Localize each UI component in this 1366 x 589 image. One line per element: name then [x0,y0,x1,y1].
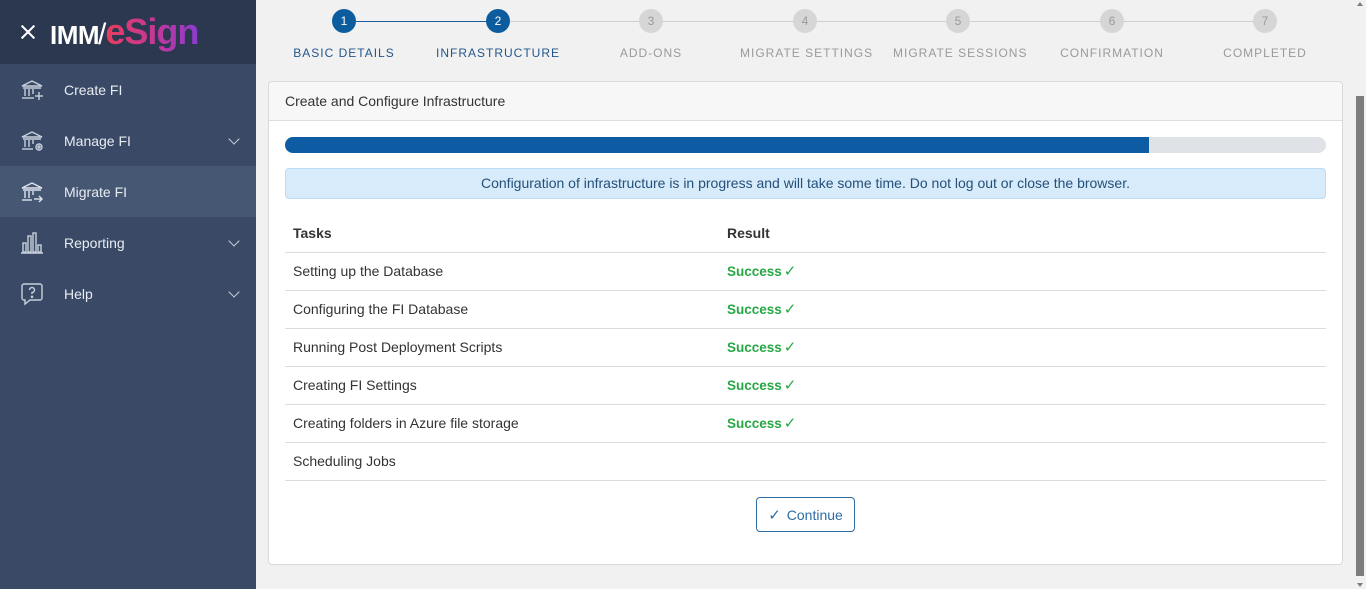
main-content: 1 BASIC DETAILS 2 INFRASTRUCTURE 3 ADD-O… [256,0,1354,589]
step-migrate-sessions[interactable]: 5 MIGRATE SESSIONS [893,9,1028,60]
column-header-result: Result [719,214,1326,253]
sidebar-item-label: Help [64,285,93,302]
task-name: Creating folders in Azure file storage [285,404,719,443]
task-result: Success ✓ [719,252,1326,291]
close-icon[interactable] [18,22,38,42]
sidebar-item-manage-fi[interactable]: Manage FI [0,115,256,166]
sidebar-item-create-fi[interactable]: Create FI [0,64,256,115]
sidebar-item-label: Migrate FI [64,183,128,200]
step-number: 3 [639,9,663,33]
task-name: Creating FI Settings [285,366,719,405]
step-number: 6 [1100,9,1124,33]
table-row: Setting up the Database Success ✓ [285,252,1326,291]
wizard-stepper: 1 BASIC DETAILS 2 INFRASTRUCTURE 3 ADD-O… [256,0,1354,76]
check-icon: ✓ [783,263,797,280]
step-confirmation[interactable]: 6 CONFIRMATION [1047,9,1177,60]
tasks-table: Tasks Result Setting up the Database Suc… [285,214,1326,481]
step-migrate-settings[interactable]: 4 MIGRATE SETTINGS [740,9,874,60]
step-number: 1 [332,9,356,33]
step-label: COMPLETED [1223,46,1307,60]
info-alert: Configuration of infrastructure is in pr… [285,168,1326,199]
app-logo: IMM / eSign [50,11,199,53]
chevron-down-icon [228,133,240,145]
check-icon: ✓ [783,415,797,432]
task-name: Setting up the Database [285,252,719,291]
step-label: BASIC DETAILS [293,46,395,60]
step-label: ADD-ONS [619,46,683,60]
sidebar-item-migrate-fi[interactable]: Migrate FI [0,166,256,217]
sidebar-header: IMM / eSign [0,0,256,64]
step-infrastructure[interactable]: 2 INFRASTRUCTURE [433,9,563,60]
sidebar-item-label: Manage FI [64,132,131,149]
progress-fill [285,137,1150,153]
result-status: Success [727,340,782,355]
step-label: MIGRATE SESSIONS [893,46,1028,60]
table-header-row: Tasks Result [285,214,1326,253]
sidebar: IMM / eSign Create FI Manage FI Migrate … [0,0,256,589]
check-icon: ✓ [783,377,797,394]
column-header-tasks: Tasks [285,214,719,253]
step-number: 2 [486,9,510,33]
continue-label: Continue [786,506,843,523]
task-result [719,442,1326,481]
check-icon: ✓ [768,506,781,524]
table-row: Creating FI Settings Success ✓ [285,366,1326,405]
scrollbar-thumb[interactable] [1356,96,1364,576]
step-completed[interactable]: 7 COMPLETED [1200,9,1330,60]
vertical-scrollbar[interactable] [1354,0,1366,589]
bar-chart-icon [20,231,44,255]
sidebar-item-label: Reporting [64,234,125,251]
result-status: Success [727,302,782,317]
task-name: Running Post Deployment Scripts [285,328,719,367]
step-label: MIGRATE SETTINGS [740,46,874,60]
table-row: Creating folders in Azure file storage S… [285,404,1326,443]
result-status: Success [727,416,782,431]
logo-esign: eSign [105,11,199,52]
task-result: Success ✓ [719,366,1326,405]
help-bubble-icon [20,282,44,306]
sidebar-item-reporting[interactable]: Reporting [0,217,256,268]
progress-bar [285,137,1326,153]
task-name: Configuring the FI Database [285,290,719,329]
table-row: Scheduling Jobs [285,442,1326,481]
result-status: Success [727,378,782,393]
card-title: Create and Configure Infrastructure [269,82,1342,121]
check-icon: ✓ [783,339,797,356]
step-label: CONFIRMATION [1060,46,1164,60]
step-number: 5 [946,9,970,33]
step-basic-details[interactable]: 1 BASIC DETAILS [279,9,409,60]
task-name: Scheduling Jobs [285,442,719,481]
bank-plus-icon [20,78,44,102]
scroll-down-arrow-icon[interactable] [1357,583,1363,587]
chevron-down-icon [228,235,240,247]
check-icon: ✓ [783,301,797,318]
step-number: 7 [1253,9,1277,33]
result-status: Success [727,264,782,279]
step-number: 4 [793,9,817,33]
table-row: Configuring the FI Database Success ✓ [285,290,1326,329]
step-add-ons[interactable]: 3 ADD-ONS [586,9,716,60]
bank-arrow-icon [20,180,44,204]
step-label: INFRASTRUCTURE [436,46,560,60]
logo-imm: IMM [50,20,100,50]
task-result: Success ✓ [719,404,1326,443]
table-row: Running Post Deployment Scripts Success ✓ [285,328,1326,367]
task-result: Success ✓ [719,290,1326,329]
bank-gear-icon [20,129,44,153]
chevron-down-icon [228,286,240,298]
infrastructure-card: Create and Configure Infrastructure Conf… [268,81,1343,565]
sidebar-item-label: Create FI [64,81,123,98]
task-result: Success ✓ [719,328,1326,367]
continue-button[interactable]: ✓ Continue [756,497,855,532]
sidebar-item-help[interactable]: Help [0,268,256,319]
scroll-up-arrow-icon[interactable] [1357,2,1363,6]
